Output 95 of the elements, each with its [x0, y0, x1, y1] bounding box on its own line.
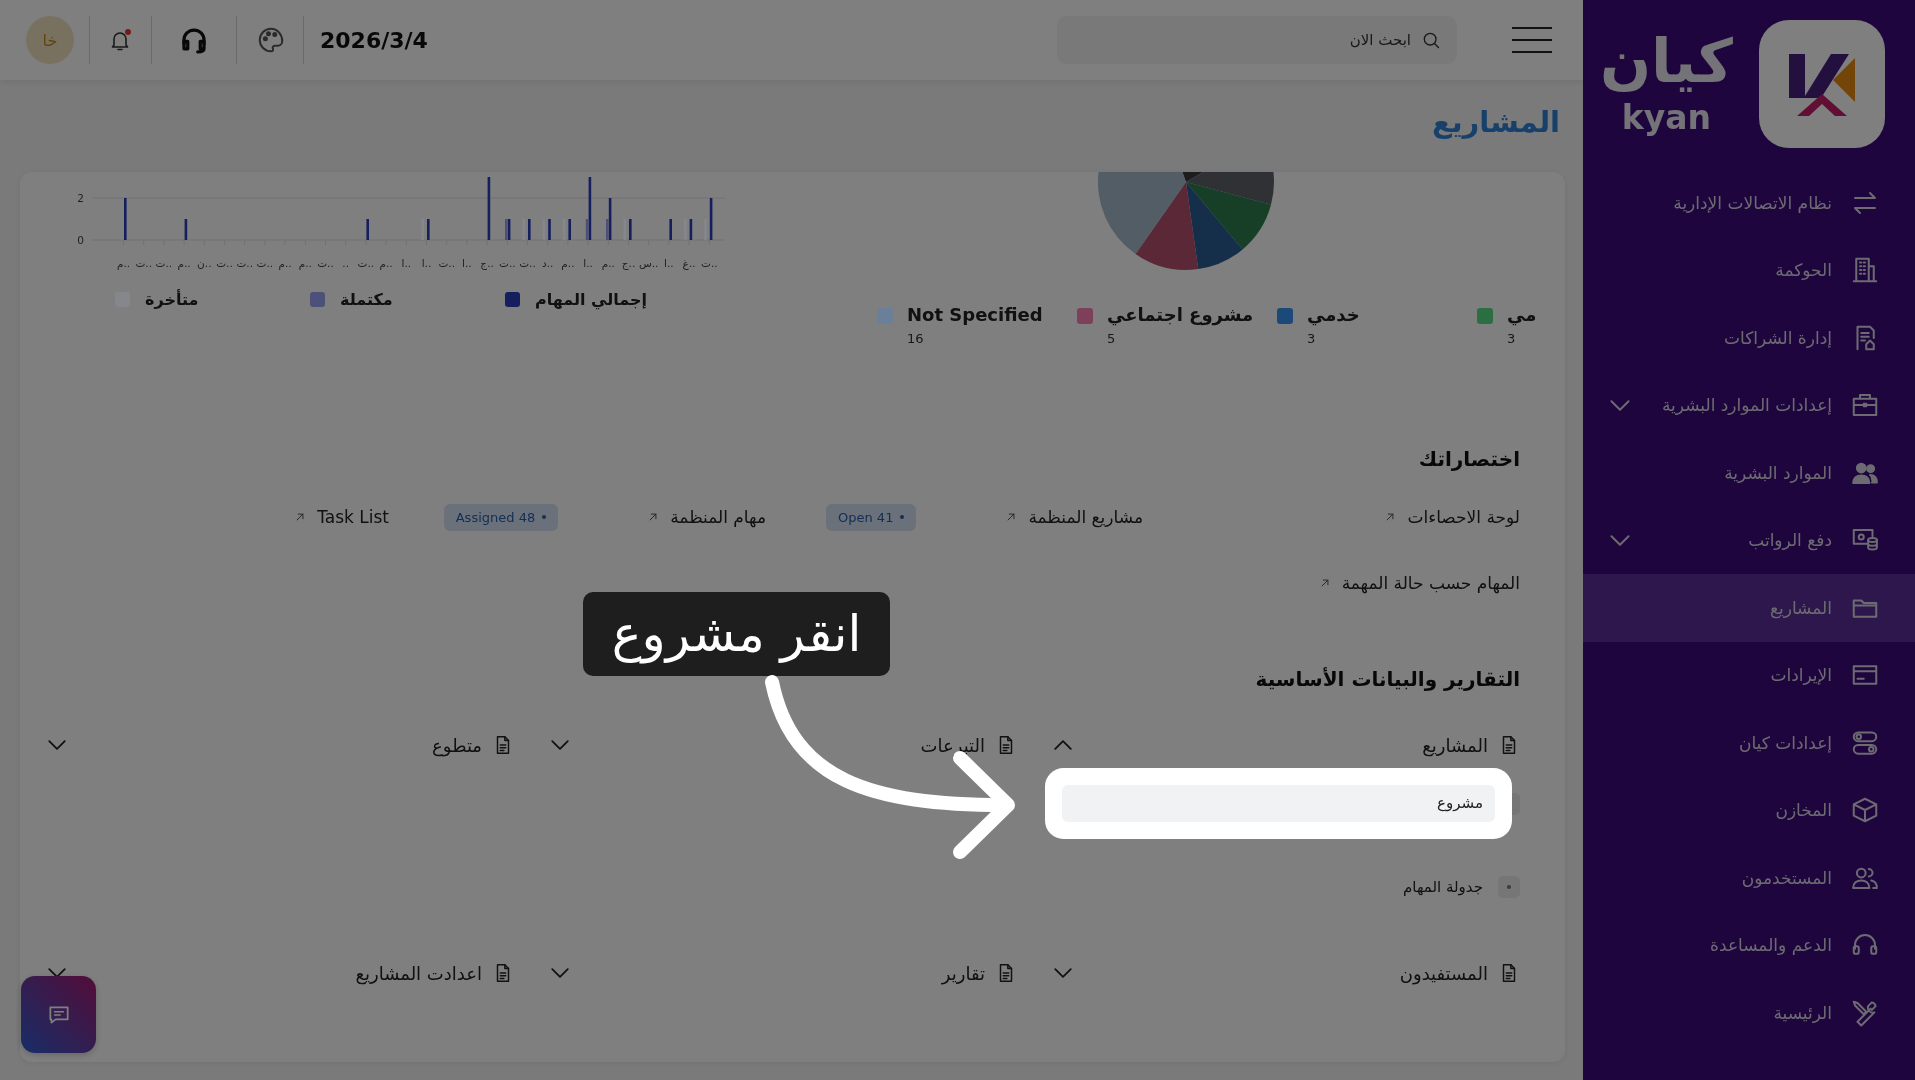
chart-bar — [709, 198, 713, 240]
sidebar-item[interactable]: إدارة الشراكات — [1583, 304, 1915, 372]
axis-category-label: ا.. — [462, 257, 472, 269]
sidebar-item[interactable]: الرئيسية — [1583, 979, 1915, 1047]
axis-category-label: ت.. — [438, 257, 455, 269]
axis-category-label: ت.. — [236, 257, 253, 269]
axis-category-label: ت.. — [357, 257, 375, 269]
report-category[interactable]: المشاريع — [1050, 727, 1520, 763]
shortcut-link[interactable]: المهام حسب حالة المهمة — [1317, 573, 1520, 593]
legend-count: 3 — [1307, 331, 1316, 346]
axis-tick-label: 2 — [77, 192, 84, 204]
axis-category-label: م.. — [177, 257, 191, 269]
chart-bar — [366, 219, 369, 240]
user-avatar[interactable]: خا — [26, 16, 74, 64]
legend-label: مي — [1507, 304, 1537, 325]
menu-icon[interactable] — [1512, 25, 1552, 55]
sidebar-item[interactable]: الدعم والمساعدة — [1583, 911, 1915, 979]
axis-category-label: ت.. — [216, 257, 233, 269]
sidebar-item[interactable]: المستخدمون — [1583, 844, 1915, 912]
legend-count: 16 — [907, 331, 924, 346]
axis-category-label: م.. — [116, 257, 131, 269]
axis-category-label: ت.. — [701, 257, 718, 269]
count-badge: Assigned 48 — [443, 503, 559, 531]
axis-category-label: ا.. — [421, 257, 432, 269]
logo-wordmark: kyan — [1621, 98, 1712, 138]
axis-category-label: م.. — [298, 257, 312, 269]
axis-category-label: غ.. — [682, 257, 696, 269]
report-category[interactable]: تقارير — [547, 955, 1017, 991]
report-category[interactable]: المستفيدون — [1050, 955, 1520, 991]
axis-category-label: .. — [342, 257, 350, 269]
legend-label: متأخرة — [145, 290, 199, 309]
current-date: 2026/3/4 — [320, 27, 428, 53]
axis-category-label: ا.. — [664, 257, 674, 269]
search-field[interactable]: ابحث الان — [1057, 16, 1457, 64]
logo-wordmark: كيان — [1599, 25, 1733, 98]
sidebar-item[interactable]: المخازن — [1583, 776, 1915, 844]
report-link[interactable]: جدولة المهام — [1062, 872, 1495, 902]
chart-bar — [629, 219, 632, 240]
legend-label: Not Specified — [907, 304, 1043, 325]
axis-category-label: م.. — [278, 257, 292, 269]
sidebar-item[interactable]: الحوكمة — [1583, 236, 1915, 304]
sidebar-item[interactable]: دفع الرواتب — [1583, 506, 1915, 574]
sidebar-item[interactable]: الموارد البشرية — [1583, 439, 1915, 507]
sidebar-item[interactable]: إعدادات كيان — [1583, 709, 1915, 777]
axis-category-label: م.. — [601, 257, 615, 269]
page-title: المشاريع — [1431, 104, 1560, 141]
axis-category-label: ت.. — [317, 257, 334, 269]
axis-category-label: ا.. — [401, 257, 412, 269]
axis-category-label: ن.. — [197, 257, 212, 269]
chart-bar — [669, 219, 672, 240]
section-heading: التقارير والبيانات الأساسية — [1254, 666, 1520, 693]
chart-bar — [487, 177, 491, 240]
chart-bar — [528, 219, 531, 240]
legend-count: 5 — [1107, 331, 1116, 346]
chart-bar — [427, 219, 430, 240]
legend-label: إجمالي المهام — [535, 290, 648, 309]
chart-bar — [124, 198, 127, 240]
axis-category-label: ج.. — [480, 257, 494, 269]
legend-label: خدمي — [1307, 304, 1360, 325]
axis-category-label: ت.. — [499, 257, 516, 269]
tutorial-callout: انقر مشروع — [583, 592, 890, 676]
search-icon — [1421, 30, 1441, 50]
axis-category-label: م.. — [379, 257, 393, 269]
axis-category-label: ت.. — [519, 257, 536, 269]
palette-icon[interactable] — [256, 25, 286, 55]
chat-button[interactable] — [21, 976, 96, 1053]
section-heading: اختصاراتك — [1417, 446, 1520, 473]
chart-bar — [568, 219, 571, 240]
headset-icon[interactable] — [179, 25, 209, 55]
axis-category-label: ا.. — [583, 257, 593, 269]
shortcut-link[interactable]: مشاريع المنظمة — [1004, 507, 1143, 527]
shortcut-link[interactable]: مهام المنظمة — [646, 507, 766, 527]
shortcut-link[interactable]: لوحة الاحصاءات — [1383, 507, 1520, 527]
axis-category-label: ت.. — [135, 257, 152, 269]
chart-bar — [184, 219, 188, 240]
sidebar-item[interactable]: نظام الاتصالات الإدارية — [1583, 169, 1915, 237]
axis-category-label: ت.. — [256, 257, 274, 269]
report-category[interactable]: متطوع — [44, 727, 514, 763]
axis-tick-label: 0 — [77, 234, 84, 246]
legend-count: 3 — [1507, 331, 1516, 346]
axis-category-label: س.. — [638, 257, 659, 269]
axis-category-label: م.. — [561, 257, 575, 269]
sidebar-item[interactable]: المشاريع — [1583, 574, 1915, 642]
chart-bar — [548, 219, 551, 240]
count-badge: Open 41 — [826, 503, 917, 531]
shortcut-link[interactable]: Task List — [293, 507, 389, 527]
axis-category-label: ج.. — [621, 257, 636, 269]
axis-category-label: ت.. — [155, 257, 173, 269]
legend-label: مكتملة — [340, 290, 393, 309]
sidebar-item[interactable]: إعدادات الموارد البشرية — [1583, 371, 1915, 439]
report-category[interactable]: اعدادت المشاريع — [44, 955, 514, 991]
legend-label: مشروع اجتماعي — [1107, 304, 1254, 325]
chart-bar — [689, 219, 693, 240]
logo-icon — [1759, 20, 1885, 148]
axis-category-label: د.. — [542, 257, 554, 269]
